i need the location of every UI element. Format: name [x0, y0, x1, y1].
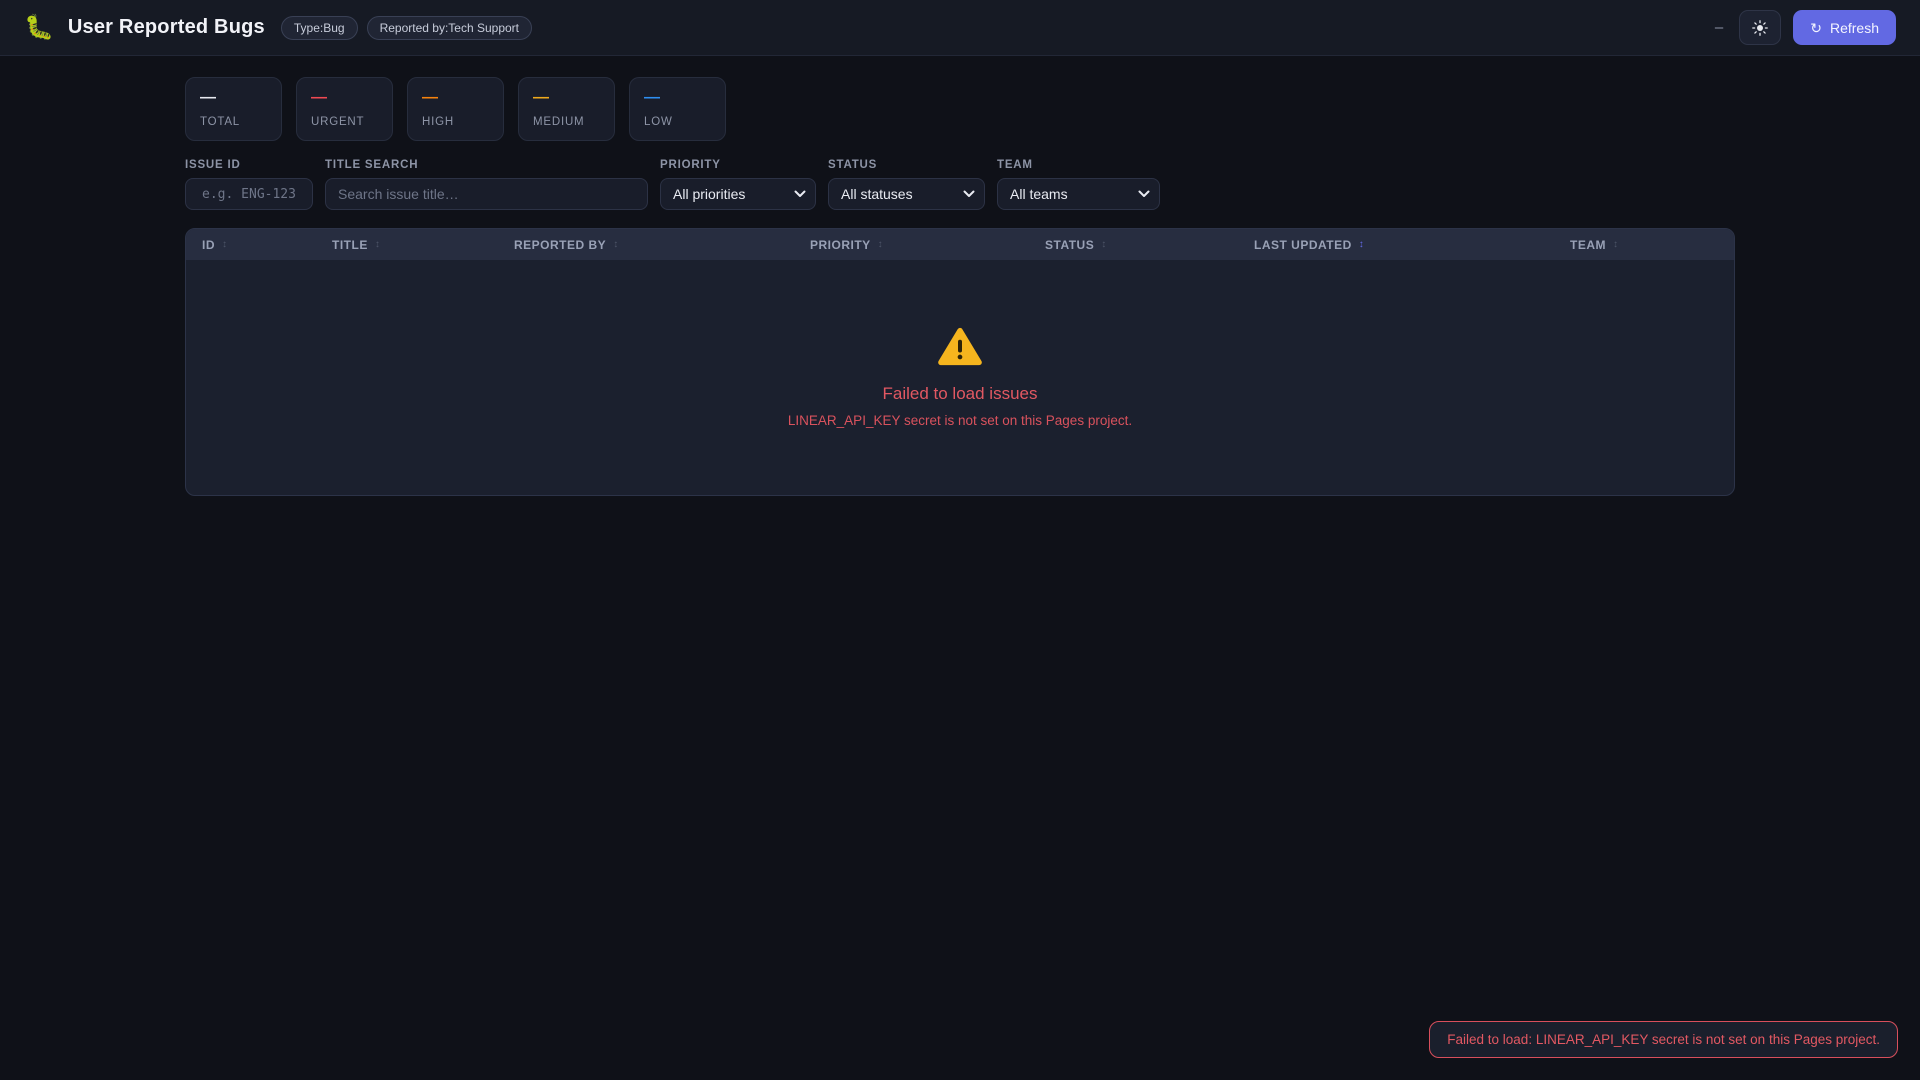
stat-value-total: — — [200, 89, 216, 106]
header-badges: Type:Bug Reported by:Tech Support — [280, 15, 532, 40]
stat-card-urgent: — URGENT — [296, 77, 393, 141]
badge-reported-by: Reported by:Tech Support — [366, 15, 532, 40]
filters-row: ISSUE ID TITLE SEARCH PRIORITY All prior… — [185, 159, 1735, 210]
column-header-team[interactable]: TEAM ↕ — [1570, 238, 1734, 252]
error-message: LINEAR_API_KEY secret is not set on this… — [787, 413, 1133, 428]
issue-id-label: ISSUE ID — [185, 159, 241, 171]
sort-icon: ↕ — [374, 239, 381, 250]
sort-icon: ↕ — [1101, 239, 1107, 250]
filter-group-issue-id: ISSUE ID — [185, 159, 313, 210]
stat-label-total: TOTAL — [200, 116, 240, 128]
stats-row: — TOTAL — URGENT — HIGH — MEDIUM — LOW — [185, 77, 1735, 141]
stat-card-high: — HIGH — [407, 77, 504, 141]
filter-group-priority: PRIORITY All priorities — [660, 159, 816, 210]
stat-label-low: LOW — [644, 116, 673, 128]
filter-group-title-search: TITLE SEARCH — [325, 159, 648, 210]
page-title: User Reported Bugs — [67, 16, 265, 38]
stat-value-urgent: — — [311, 89, 327, 106]
refresh-icon: ↻ — [1810, 19, 1822, 36]
sort-icon: ↕ — [222, 239, 228, 250]
column-header-title[interactable]: TITLE ↕ — [332, 238, 514, 252]
table-header-row: ID ↕ TITLE ↕ REPORTED BY ↕ PRIORITY ↕ ST… — [186, 229, 1734, 260]
table-body: Failed to load issues LINEAR_API_KEY sec… — [186, 260, 1734, 495]
sort-icon: ↕ — [877, 239, 884, 250]
priority-label: PRIORITY — [660, 159, 721, 171]
theme-toggle-button[interactable] — [1739, 10, 1782, 45]
filter-group-status: STATUS All statuses — [828, 159, 985, 210]
refresh-button-label: Refresh — [1829, 19, 1879, 36]
column-header-priority[interactable]: PRIORITY ↕ — [810, 238, 1045, 252]
stat-label-urgent: URGENT — [311, 116, 365, 128]
refresh-button[interactable]: ↻ Refresh — [1793, 10, 1896, 45]
sort-icon-active: ↕ — [1358, 239, 1365, 250]
warning-icon — [938, 327, 982, 372]
toast-message: Failed to load: LINEAR_API_KEY secret is… — [1447, 1032, 1880, 1047]
issue-id-input[interactable] — [185, 178, 313, 210]
column-header-last-updated[interactable]: LAST UPDATED ↕ — [1254, 238, 1570, 252]
stat-label-high: HIGH — [422, 116, 454, 128]
title-search-input[interactable] — [325, 178, 648, 210]
stat-card-medium: — MEDIUM — [518, 77, 615, 141]
main-content: — TOTAL — URGENT — HIGH — MEDIUM — LOW I… — [185, 56, 1735, 496]
error-toast: Failed to load: LINEAR_API_KEY secret is… — [1429, 1021, 1898, 1058]
sort-icon: ↕ — [1613, 239, 1619, 250]
team-label: TEAM — [997, 159, 1033, 171]
stat-card-total: — TOTAL — [185, 77, 282, 141]
sun-icon — [1752, 19, 1769, 36]
minimize-glyph: – — [1714, 19, 1724, 36]
sort-icon: ↕ — [613, 239, 619, 250]
badge-type-bug: Type:Bug — [280, 15, 358, 40]
error-empty-state: Failed to load issues LINEAR_API_KEY sec… — [788, 327, 1132, 428]
stat-value-low: — — [644, 89, 660, 106]
team-select[interactable]: All teams — [997, 178, 1160, 210]
column-header-status[interactable]: STATUS ↕ — [1045, 238, 1254, 252]
status-label: STATUS — [828, 159, 878, 171]
title-search-label: TITLE SEARCH — [325, 159, 419, 171]
stat-value-medium: — — [533, 89, 549, 106]
error-title: Failed to load issues — [882, 384, 1038, 403]
issues-table: ID ↕ TITLE ↕ REPORTED BY ↕ PRIORITY ↕ ST… — [185, 228, 1735, 496]
filter-group-team: TEAM All teams — [997, 159, 1160, 210]
column-header-id[interactable]: ID ↕ — [202, 238, 332, 252]
priority-select[interactable]: All priorities — [660, 178, 816, 210]
app-header: 🐛 User Reported Bugs Type:Bug Reported b… — [0, 0, 1920, 56]
column-header-reported-by[interactable]: REPORTED BY ↕ — [514, 238, 810, 252]
bug-logo-icon: 🐛 — [24, 13, 54, 41]
stat-value-high: — — [422, 89, 438, 106]
stat-label-medium: MEDIUM — [533, 116, 585, 128]
stat-card-low: — LOW — [629, 77, 726, 141]
status-select[interactable]: All statuses — [828, 178, 985, 210]
